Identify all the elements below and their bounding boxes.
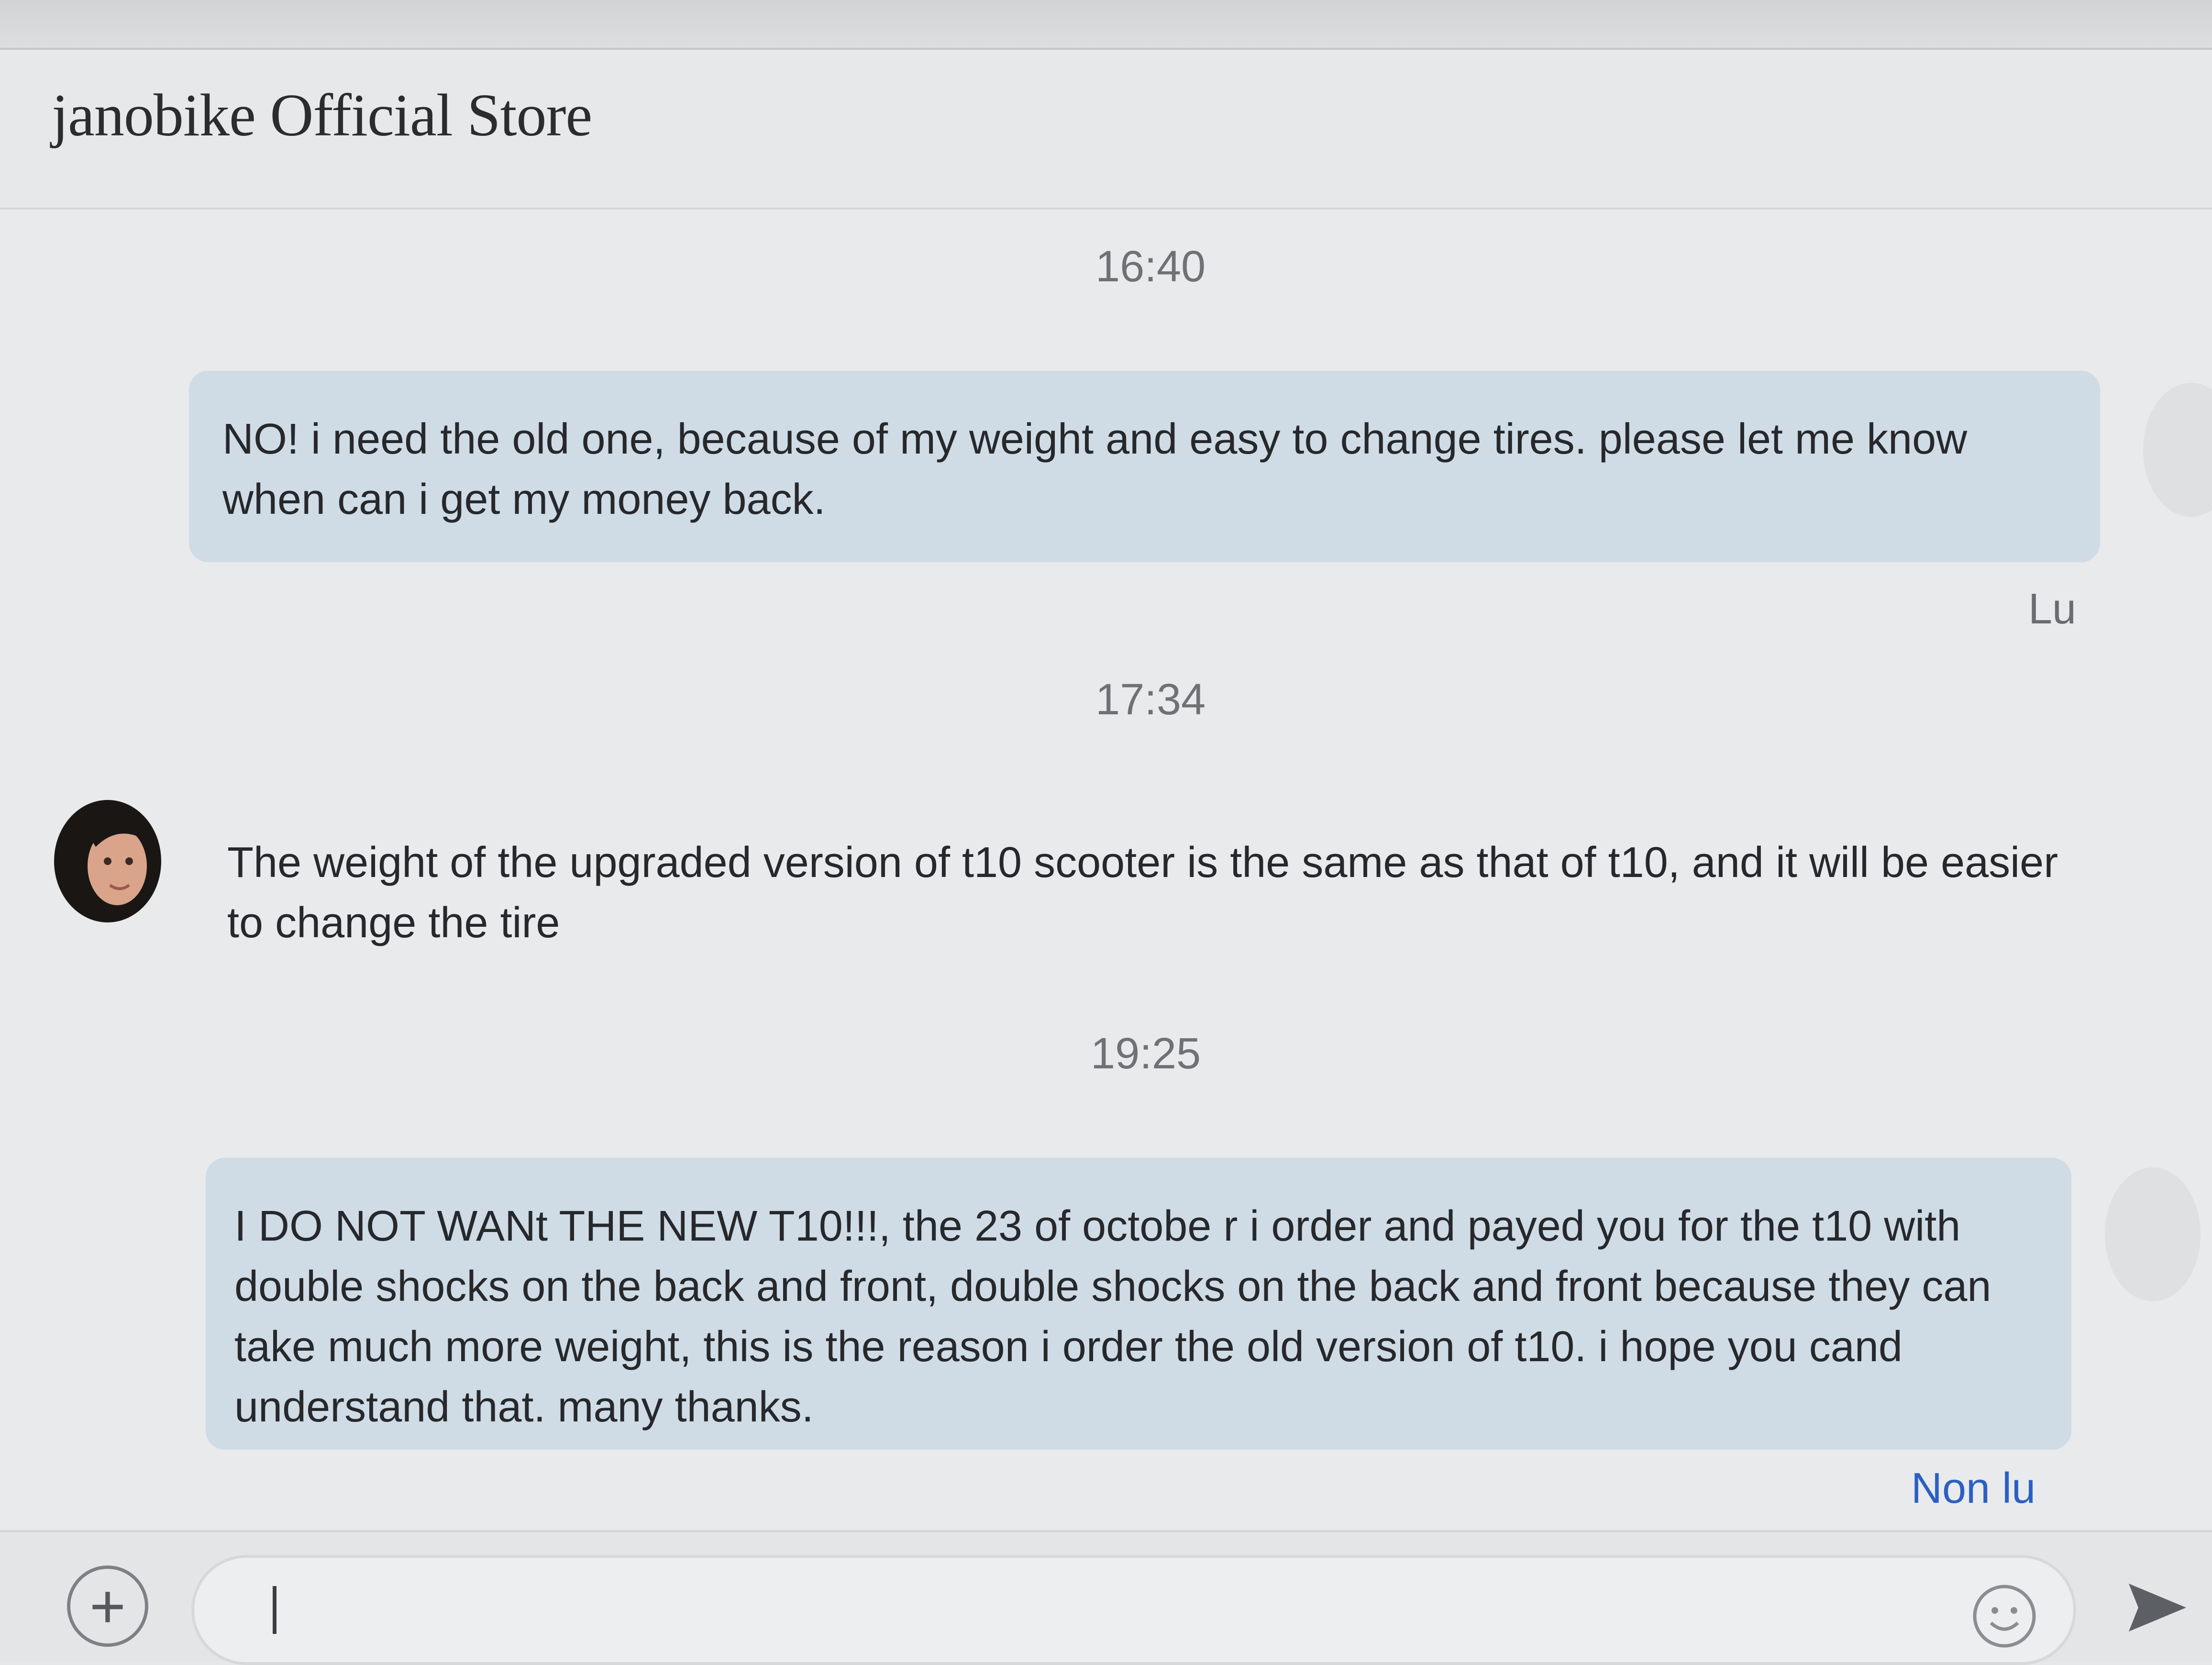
outgoing-message-bubble[interactable]: NO! i need the old one, because of my we… [189,371,2100,562]
send-icon[interactable] [2124,1579,2191,1636]
message-text: NO! i need the old one, because of my we… [222,415,1968,523]
incoming-message[interactable]: The weight of the upgraded version of t1… [227,832,2059,953]
message-input[interactable] [191,1555,2076,1665]
smiley-icon[interactable] [1971,1583,2038,1650]
user-avatar [2105,1167,2201,1301]
add-attachment-button[interactable]: + [67,1565,148,1647]
outgoing-message-bubble[interactable]: I DO NOT WANt THE NEW T10!!!, the 23 of … [206,1158,2071,1450]
text-caret [273,1586,276,1634]
read-status: Lu [2028,585,2077,633]
message-timestamp: 16:40 [1095,242,1206,291]
unread-status: Non lu [1911,1465,2036,1512]
message-text: I DO NOT WANt THE NEW T10!!!, the 23 of … [234,1202,1991,1431]
window-top-bar [0,0,2212,50]
plus-icon: + [89,1571,126,1641]
seller-avatar[interactable] [53,789,163,923]
store-title: janobike Official Store [52,82,592,149]
message-timestamp: 17:34 [1095,675,1206,724]
message-timestamp: 19:25 [1091,1029,1201,1078]
